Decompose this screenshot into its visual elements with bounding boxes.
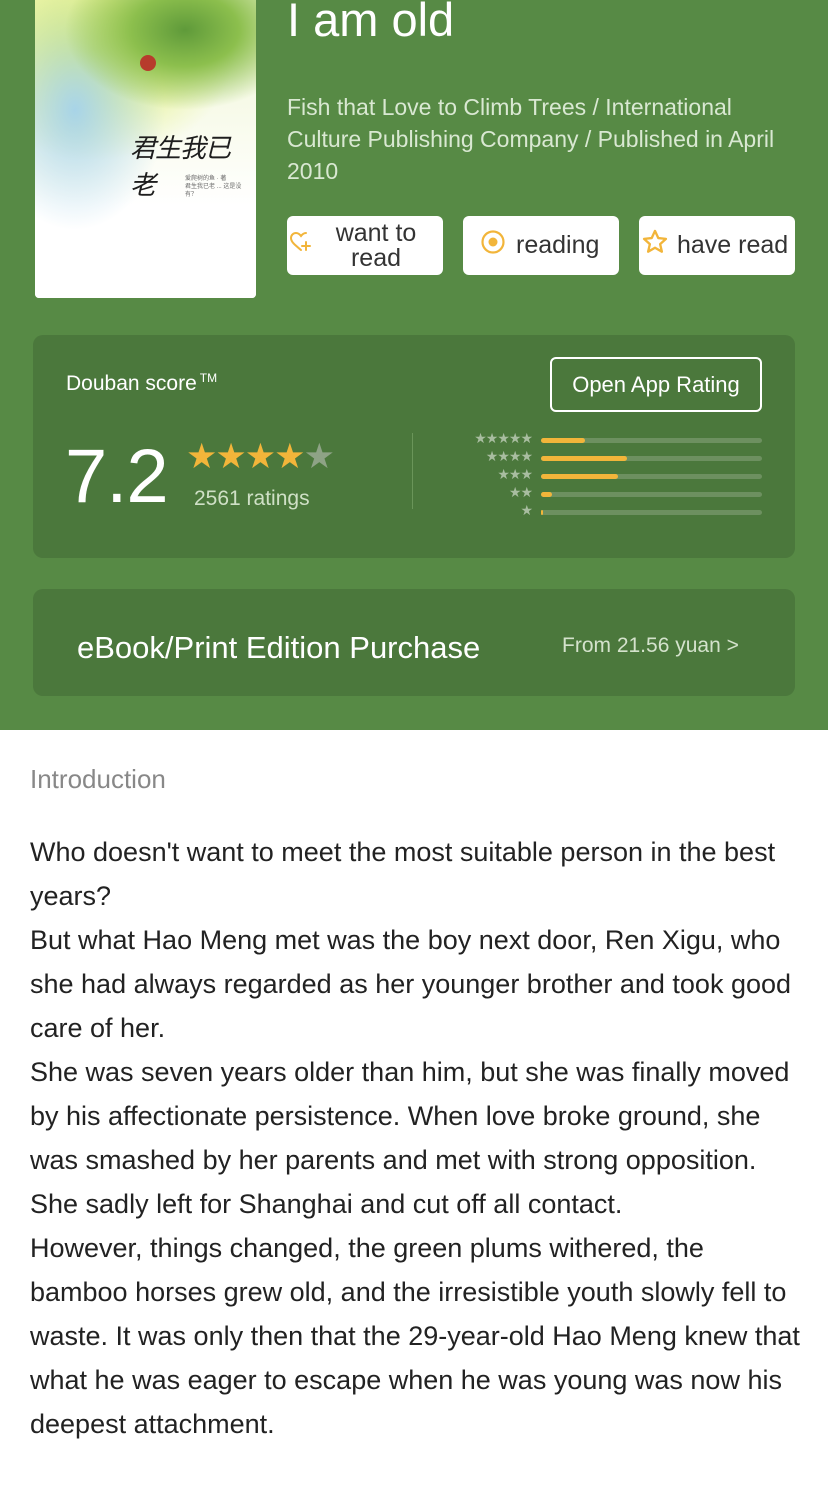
score-stars: ★★★★★: [186, 437, 335, 476]
score-value: 7.2: [65, 434, 169, 519]
book-header: 君生我已老 爱爬树的鱼 · 著 君生我已老 ... 这是没有？ I am old…: [0, 0, 828, 730]
have-read-label: have read: [677, 231, 789, 259]
rating-count: 2561 ratings: [194, 487, 310, 510]
distribution-fill: [541, 510, 544, 515]
star-filled-icon: ★: [186, 437, 217, 476]
distribution-track: [541, 456, 762, 461]
reading-label: reading: [516, 231, 600, 259]
introduction-heading: Introduction: [30, 764, 166, 794]
have-read-button[interactable]: have read: [639, 216, 795, 275]
star-outline-icon: [641, 228, 669, 263]
introduction-text: Who doesn't want to meet the most suitab…: [30, 830, 808, 1446]
douban-score-card: Douban score TM Open App Rating 7.2 ★★★★★…: [33, 335, 795, 558]
distribution-row-1: ★: [455, 502, 765, 520]
want-to-read-button[interactable]: want to read: [287, 216, 443, 275]
distribution-track: [541, 438, 762, 443]
book-title: I am old: [287, 0, 455, 46]
reading-button[interactable]: reading: [463, 216, 619, 275]
distribution-fill: [541, 456, 628, 461]
star-filled-icon: ★: [244, 437, 276, 476]
distribution-track: [541, 474, 762, 479]
cover-ladybug-icon: [140, 55, 156, 71]
open-app-rating-button[interactable]: Open App Rating: [550, 357, 762, 412]
distribution-fill: [541, 474, 619, 479]
cover-author: 爱爬树的鱼 · 著 君生我已老 ... 这是没有？: [185, 176, 242, 198]
book-meta: Fish that Love to Climb Trees / Internat…: [287, 94, 775, 184]
star-filled-icon: ★: [274, 437, 305, 476]
purchase-label: eBook/Print Edition Purchase: [77, 630, 481, 665]
heart-plus-icon: [289, 230, 313, 261]
five-star-icons: ★★★★★: [474, 430, 533, 446]
star-filled-icon: ★: [215, 437, 246, 476]
distribution-track: [541, 492, 762, 497]
four-star-icons: ★★★★: [485, 448, 533, 464]
intro-paragraph: She was seven years older than him, but …: [30, 1057, 790, 1219]
three-star-icons: ★★★: [497, 466, 533, 482]
intro-paragraph: Who doesn't want to meet the most suitab…: [30, 837, 776, 911]
distribution-fill: [541, 438, 586, 443]
distribution-fill: [541, 492, 553, 497]
score-divider: [412, 433, 413, 509]
two-star-icons: ★★: [508, 484, 533, 500]
book-cover[interactable]: 君生我已老 爱爬树的鱼 · 著 君生我已老 ... 这是没有？: [35, 0, 256, 298]
distribution-row-5: ★★★★★: [455, 430, 765, 448]
target-icon: [480, 229, 506, 262]
purchase-card[interactable]: eBook/Print Edition Purchase From 21.56 …: [33, 589, 795, 696]
distribution-row-2: ★★: [455, 484, 765, 502]
distribution-track: [541, 510, 762, 515]
intro-paragraph: However, things changed, the green plums…: [30, 1233, 800, 1439]
purchase-price-link[interactable]: From 21.56 yuan >: [562, 634, 739, 658]
want-to-read-label: want to read: [335, 218, 417, 272]
one-star-icon: ★: [520, 502, 533, 518]
trademark-mark: TM: [199, 371, 218, 385]
distribution-row-4: ★★★★: [455, 448, 765, 466]
intro-paragraph: But what Hao Meng met was the boy next d…: [30, 925, 792, 1043]
distribution-row-3: ★★★: [455, 466, 765, 484]
score-label: Douban score TM: [66, 371, 218, 395]
star-empty-icon: ★: [303, 437, 335, 476]
